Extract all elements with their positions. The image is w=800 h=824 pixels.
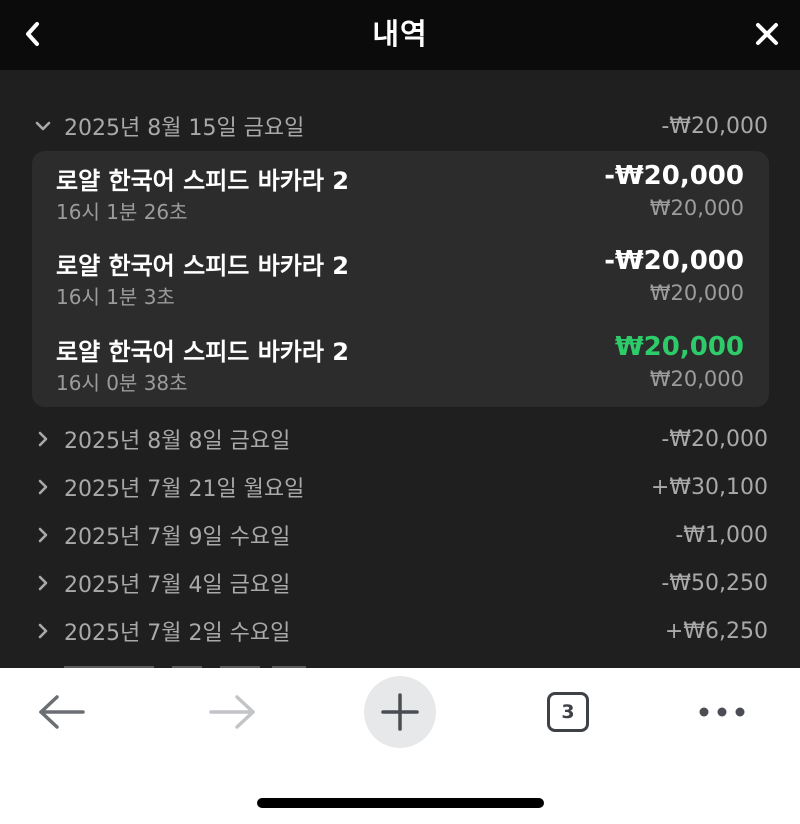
transaction-amount: -₩20,000 <box>604 161 744 191</box>
header-bar: 내역 <box>0 0 800 70</box>
close-icon <box>756 23 778 45</box>
close-button[interactable] <box>747 14 787 54</box>
transaction-time: 16시 1분 3초 <box>56 285 175 309</box>
page-title: 내역 <box>372 17 428 51</box>
day-header[interactable]: 2025년 8월 8일 금요일 -₩20,000 <box>32 422 768 456</box>
transaction-card: 로얄 한국어 스피드 바카라 2 16시 1분 26초 -₩20,000 ₩20… <box>32 151 769 407</box>
day-date: 2025년 8월 8일 금요일 <box>64 429 291 454</box>
day-date: 2025년 8월 15일 금요일 <box>64 116 305 141</box>
back-button[interactable] <box>13 14 53 54</box>
transaction-row[interactable]: 로얄 한국어 스피드 바카라 2 16시 0분 38초 ₩20,000 ₩20,… <box>56 332 744 396</box>
history-list[interactable]: 2025년 8월 15일 금요일 -₩20,000 로얄 한국어 스피드 바카라… <box>0 70 800 668</box>
day-header[interactable]: 2025년 7월 4일 금요일 -₩50,250 <box>32 566 768 600</box>
day-date: 2025년 7월 2일 수요일 <box>64 621 291 646</box>
day-total: +₩30,100 <box>650 474 768 500</box>
new-tab-button[interactable] <box>364 676 436 748</box>
day-total: -₩20,000 <box>661 113 768 139</box>
browser-toolbar: 3 <box>0 668 800 824</box>
transaction-amount: ₩20,000 <box>614 332 744 362</box>
tabs-button[interactable]: 3 <box>532 676 604 748</box>
transaction-row[interactable]: 로얄 한국어 스피드 바카라 2 16시 1분 26초 -₩20,000 ₩20… <box>56 161 744 225</box>
day-total: -₩20,000 <box>661 426 768 452</box>
transaction-row[interactable]: 로얄 한국어 스피드 바카라 2 16시 1분 3초 -₩20,000 ₩20,… <box>56 246 744 310</box>
day-header[interactable]: 2025년 7월 21일 월요일 +₩30,100 <box>32 470 768 504</box>
chevron-left-icon <box>26 22 39 46</box>
day-total: +₩6,250 <box>664 618 768 644</box>
bet-amount: ₩20,000 <box>649 196 744 220</box>
more-button[interactable] <box>686 676 758 748</box>
day-total: -₩1,000 <box>675 522 768 548</box>
more-horizontal-icon <box>699 707 745 717</box>
game-name: 로얄 한국어 스피드 바카라 2 <box>56 338 350 366</box>
bet-amount: ₩20,000 <box>649 281 744 305</box>
day-date: 2025년 7월 4일 금요일 <box>64 573 291 598</box>
browser-back-button[interactable] <box>26 676 98 748</box>
day-date: 2025년 7월 9일 수요일 <box>64 525 291 550</box>
transaction-time: 16시 1분 26초 <box>56 200 188 224</box>
transaction-amount: -₩20,000 <box>604 246 744 276</box>
day-header[interactable]: 2025년 7월 2일 수요일 +₩6,250 <box>32 614 768 648</box>
day-header-expanded[interactable]: 2025년 8월 15일 금요일 -₩20,000 <box>32 109 768 143</box>
game-name: 로얄 한국어 스피드 바카라 2 <box>56 167 350 195</box>
chevron-down-icon <box>32 115 54 137</box>
arrow-left-icon <box>39 695 85 729</box>
transaction-time: 16시 0분 38초 <box>56 371 188 395</box>
browser-forward-button[interactable] <box>196 676 268 748</box>
chevron-right-icon <box>32 476 54 498</box>
tab-count-badge: 3 <box>547 692 589 732</box>
chevron-right-icon <box>32 620 54 642</box>
day-date: 2025년 7월 21일 월요일 <box>64 477 305 502</box>
bet-amount: ₩20,000 <box>649 367 744 391</box>
day-header[interactable]: 2025년 7월 9일 수요일 -₩1,000 <box>32 518 768 552</box>
chevron-right-icon <box>32 572 54 594</box>
plus-icon <box>381 693 419 731</box>
chevron-right-icon <box>32 428 54 450</box>
home-indicator <box>257 798 544 808</box>
chevron-right-icon <box>32 524 54 546</box>
game-name: 로얄 한국어 스피드 바카라 2 <box>56 252 350 280</box>
day-total: -₩50,250 <box>661 570 768 596</box>
arrow-right-icon <box>209 695 255 729</box>
